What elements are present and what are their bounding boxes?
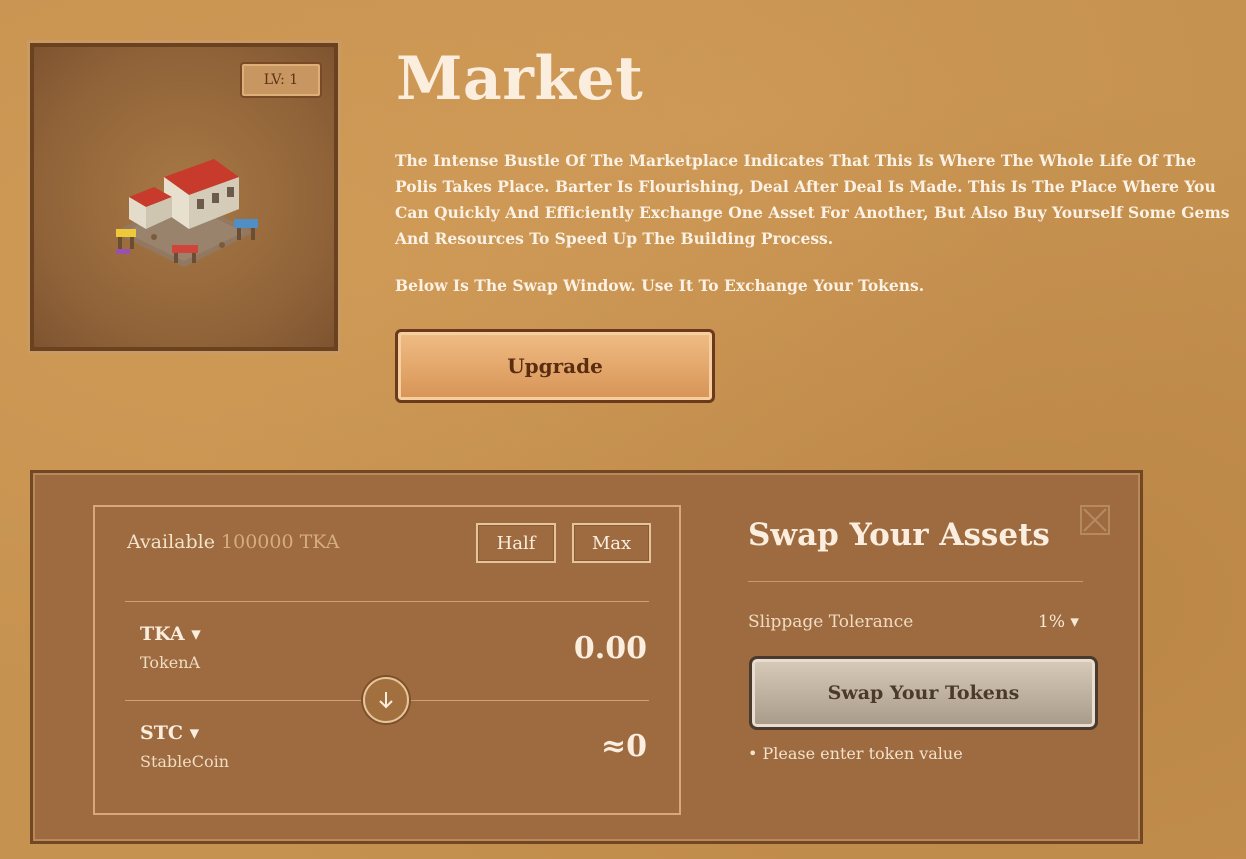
level-badge: LV: 1 [240, 62, 322, 98]
swap-panel: Available 100000 TKA Half Max TKA ▾ Toke… [30, 470, 1143, 844]
max-button[interactable]: Max [572, 523, 651, 563]
available-amount: 100000 TKA [221, 531, 340, 553]
swap-hint: Below Is The Swap Window. Use It To Exch… [395, 276, 925, 295]
swap-tokens-button[interactable]: Swap Your Tokens [749, 656, 1098, 730]
page-title: Market [396, 44, 644, 114]
validation-message: • Please enter token value [748, 744, 963, 763]
half-button[interactable]: Half [476, 523, 556, 563]
to-amount-output: ≈0 [600, 729, 647, 764]
slippage-select[interactable]: 1% ▾ [1038, 612, 1079, 632]
divider [748, 581, 1083, 582]
to-token-name: StableCoin [140, 752, 230, 771]
arrow-down-icon [379, 692, 393, 709]
to-token-select[interactable]: STC ▾ [140, 722, 229, 744]
available-balance: Available 100000 TKA [127, 531, 339, 553]
divider [125, 601, 649, 602]
available-label: Available [127, 531, 215, 553]
market-building-icon [114, 159, 258, 267]
swap-box: Available 100000 TKA Half Max TKA ▾ Toke… [93, 505, 681, 815]
from-amount-input[interactable]: 0.00 [574, 631, 647, 666]
swap-direction-button[interactable] [363, 677, 409, 723]
market-description: The Intense Bustle Of The Marketplace In… [395, 151, 1230, 248]
building-card: LV: 1 [30, 43, 338, 351]
to-token: STC ▾ StableCoin [140, 722, 229, 771]
from-token: TKA ▾ TokenA [140, 623, 201, 672]
from-token-select[interactable]: TKA ▾ [140, 623, 201, 645]
close-icon[interactable] [1078, 503, 1112, 537]
slippage-label: Slippage Tolerance [748, 612, 914, 632]
swap-title: Swap Your Assets [748, 517, 1050, 553]
from-token-name: TokenA [140, 653, 201, 672]
upgrade-button[interactable]: Upgrade [395, 329, 715, 403]
